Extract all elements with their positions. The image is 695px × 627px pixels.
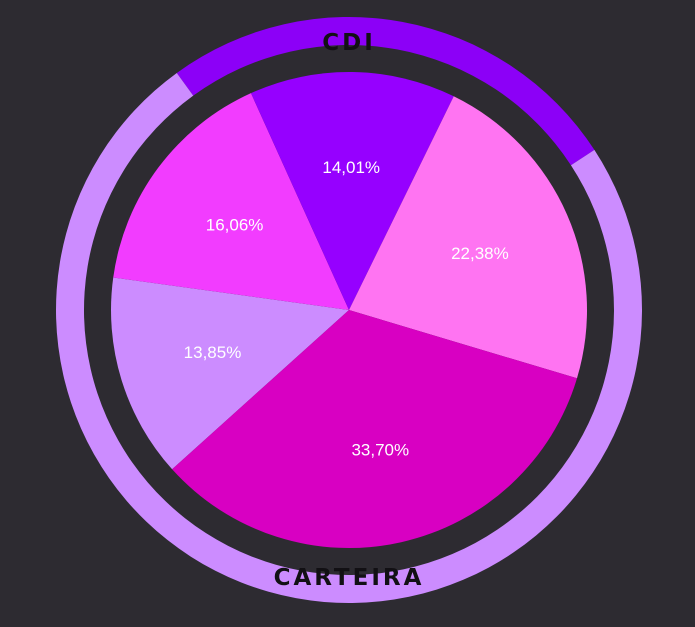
ring-label-carteira: CARTEIRA xyxy=(274,565,425,591)
ring-label-cdi: CDI xyxy=(322,30,376,56)
pie-slices xyxy=(111,72,588,549)
pie-chart: 13,85% 16,06% 14,01% 22,38% 33,70% CDI CARTE… xyxy=(56,17,643,604)
slice-label-2: 16,06% xyxy=(206,216,264,235)
slice-label-4: 22,38% xyxy=(451,244,509,263)
slice-label-1: 13,85% xyxy=(184,343,242,362)
slice-label-5: 33,70% xyxy=(351,440,409,459)
slice-label-3: 14,01% xyxy=(322,158,380,177)
